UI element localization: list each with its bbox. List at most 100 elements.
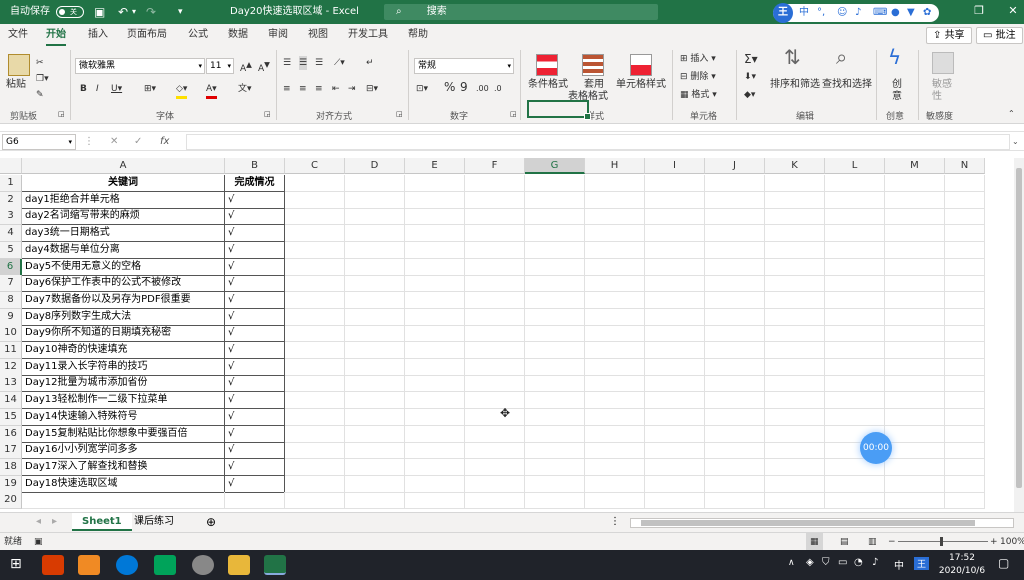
creative-line2[interactable]: 意 [892,90,902,104]
empty-cell[interactable] [585,292,645,309]
empty-cell[interactable] [825,392,885,409]
empty-cell[interactable] [465,442,525,459]
cell-a[interactable]: Day14快速输入特殊符号 [22,409,225,426]
comma-icon[interactable]: 9 [460,80,468,94]
cell-b[interactable]: √ [225,242,285,259]
network-tray-icon[interactable]: ◔ [854,557,863,568]
empty-cell[interactable] [825,208,885,225]
empty-cell[interactable] [945,275,985,292]
row-header[interactable]: 8 [0,292,22,309]
tab-view[interactable]: 视图 [308,24,328,46]
cell-a[interactable]: day1拒绝合并单元格 [22,192,225,209]
find-select-button[interactable]: 查找和选择 [822,78,872,92]
empty-cell[interactable] [945,342,985,359]
align-middle-icon[interactable]: ☰ [299,56,308,70]
empty-cell[interactable] [945,492,985,509]
empty-cell[interactable] [585,392,645,409]
empty-cell[interactable] [945,208,985,225]
row-header[interactable]: 7 [0,275,22,292]
format-painter-icon[interactable]: ✎ [36,88,44,102]
column-header-m[interactable]: M [885,158,945,174]
page-break-view-icon[interactable]: ▥ [868,533,877,551]
empty-cell[interactable] [585,342,645,359]
undo-icon[interactable]: ↶ [118,4,128,20]
tab-data[interactable]: 数据 [228,24,248,46]
empty-cell[interactable] [345,259,405,276]
empty-cell[interactable] [945,192,985,209]
empty-cell[interactable] [825,175,885,192]
empty-cell[interactable] [405,208,465,225]
empty-cell[interactable] [525,492,585,509]
expand-formula-icon[interactable]: ⌄ [1012,134,1019,150]
empty-cell[interactable] [705,426,765,443]
security-tray-icon[interactable]: ◈ [806,557,814,568]
row-header[interactable]: 11 [0,342,22,359]
empty-cell[interactable] [465,259,525,276]
tab-developer[interactable]: 开发工具 [348,24,388,46]
empty-cell[interactable] [825,342,885,359]
empty-cell[interactable] [585,208,645,225]
empty-cell[interactable] [885,309,945,326]
empty-cell[interactable] [285,192,345,209]
row-header[interactable]: 14 [0,392,22,409]
empty-cell[interactable] [345,175,405,192]
comments-button[interactable]: ▭ 批注 [976,27,1023,44]
shield-tray-icon[interactable]: ⛉ [822,557,830,568]
empty-cell[interactable] [765,492,825,509]
media-player-icon[interactable] [154,555,176,575]
ime-language[interactable]: 中 [799,4,809,22]
name-box[interactable]: G6 ▾ [2,134,76,150]
tab-split-icon[interactable]: ⋮ [600,513,630,531]
empty-cell[interactable] [405,392,465,409]
cell-b[interactable]: √ [225,392,285,409]
empty-cell[interactable] [885,175,945,192]
empty-cell[interactable] [705,442,765,459]
empty-cell[interactable] [885,459,945,476]
zoom-level[interactable]: 100% [1000,533,1024,551]
cell-a[interactable]: day4数据与单位分离 [22,242,225,259]
empty-cell[interactable] [825,409,885,426]
fill-color-icon[interactable]: ◇▾ [176,82,188,99]
empty-cell[interactable] [645,459,705,476]
empty-cell[interactable] [885,359,945,376]
empty-cell[interactable] [585,275,645,292]
empty-cell[interactable] [765,208,825,225]
empty-cell[interactable] [885,208,945,225]
empty-cell[interactable] [765,409,825,426]
empty-cell[interactable] [885,259,945,276]
empty-cell[interactable] [705,242,765,259]
empty-cell[interactable] [645,225,705,242]
conditional-format-icon[interactable] [536,54,558,76]
empty-cell[interactable] [825,325,885,342]
empty-cell[interactable] [825,492,885,509]
empty-cell[interactable] [645,292,705,309]
empty-cell[interactable] [585,426,645,443]
increase-font-icon[interactable]: A▲ [240,58,252,76]
align-top-icon[interactable]: ☰ [283,56,291,70]
excel-taskbar-icon[interactable] [264,555,286,575]
empty-cell[interactable] [645,309,705,326]
empty-cell[interactable] [645,175,705,192]
empty-cell[interactable] [585,192,645,209]
empty-cell[interactable] [645,192,705,209]
empty-cell[interactable] [525,409,585,426]
empty-cell[interactable] [945,442,985,459]
cell-b[interactable]: √ [225,259,285,276]
empty-cell[interactable] [285,392,345,409]
search-box[interactable]: ⌕ 搜索 [384,4,658,20]
empty-cell[interactable] [825,275,885,292]
empty-cell[interactable] [765,442,825,459]
empty-cell[interactable] [525,375,585,392]
empty-cell[interactable] [405,342,465,359]
bold-icon[interactable]: B [80,82,87,96]
zoom-in-icon[interactable]: + [990,533,998,551]
empty-cell[interactable] [345,442,405,459]
decrease-font-icon[interactable]: A▼ [258,58,270,76]
column-header-b[interactable]: B [225,158,285,174]
ime-toolbar[interactable]: 王 中 °, ☺ ♪ ⌨ ● ▼ ✿ [773,3,939,23]
column-header-i[interactable]: I [645,158,705,174]
decrease-indent-icon[interactable]: ⇤ [332,82,340,96]
font-name-combo[interactable]: 微软雅黑 ▾ [75,58,205,74]
empty-cell[interactable] [825,375,885,392]
empty-cell[interactable] [465,459,525,476]
